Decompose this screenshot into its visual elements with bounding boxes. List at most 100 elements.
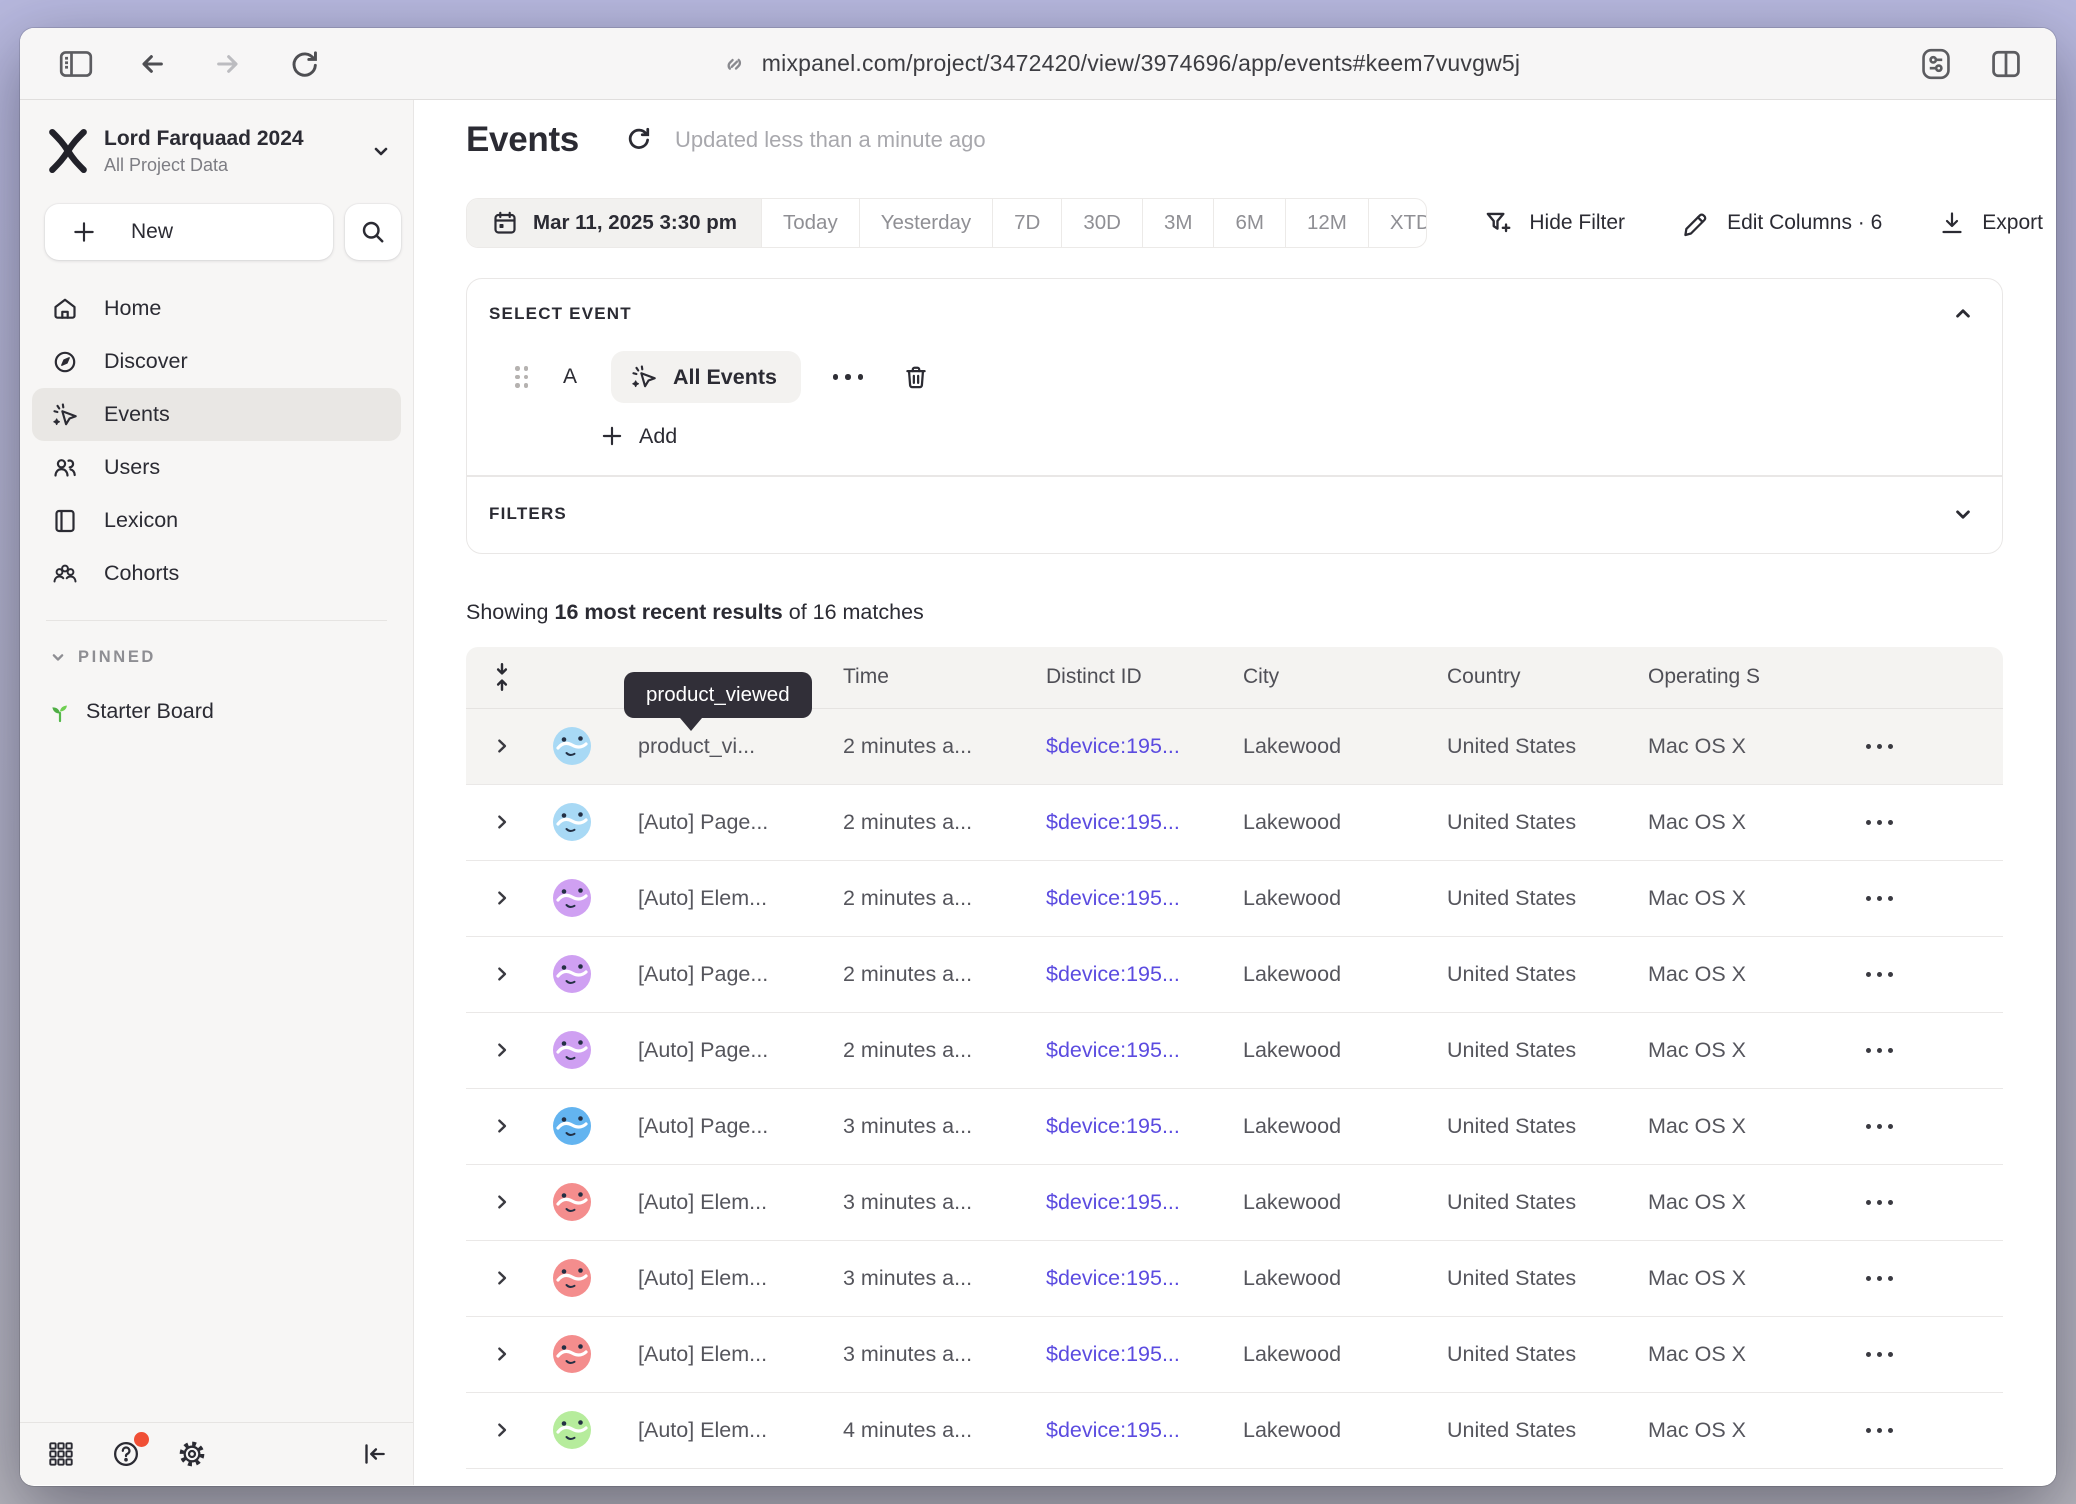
apps-grid-icon[interactable] [46,1439,76,1469]
table-row[interactable]: [Auto] Page... 2 minutes a... $device:19… [466,937,2003,1013]
event-more-menu-icon[interactable] [833,374,864,380]
column-header-city[interactable]: City [1243,665,1447,689]
export-button[interactable]: Export [1938,209,2043,237]
trash-icon[interactable] [901,362,931,392]
table-row[interactable]: [Auto] Page... 2 minutes a... $device:19… [466,1013,2003,1089]
expand-row-icon[interactable] [466,1118,538,1134]
event-selector-chip[interactable]: All Events [611,351,801,403]
search-button[interactable] [345,204,401,260]
browser-sidebar-toggle-icon[interactable] [54,42,98,86]
table-row[interactable]: [Auto] Elem... 2 minutes a... $device:19… [466,861,2003,937]
os-cell: Mac OS X [1648,962,1848,987]
row-menu-button[interactable] [1848,1200,2003,1205]
table-row[interactable]: [Auto] Elem... 3 minutes a... $device:19… [466,1317,2003,1393]
expand-row-icon[interactable] [466,1042,538,1058]
column-header-distinct-id[interactable]: Distinct ID [1046,665,1243,689]
distinct-id-link[interactable]: $device:195... [1046,810,1243,835]
distinct-id-link[interactable]: $device:195... [1046,1266,1243,1291]
range-xtd[interactable]: XTD [1369,199,1428,247]
table-row[interactable]: [Auto] Elem... 3 minutes a... $device:19… [466,1241,2003,1317]
row-menu-button[interactable] [1848,1352,2003,1357]
city-cell: Lakewood [1243,1190,1447,1215]
row-menu-button[interactable] [1848,896,2003,901]
edit-columns-button[interactable]: Edit Columns · 6 [1681,208,1882,238]
column-header-os[interactable]: Operating S [1648,665,1848,689]
hide-filter-button[interactable]: Hide Filter [1483,208,1625,238]
column-header-country[interactable]: Country [1447,665,1648,689]
date-picker-segment[interactable]: Mar 11, 2025 3:30 pm [467,199,762,247]
expand-row-icon[interactable] [466,1346,538,1362]
expand-row-icon[interactable] [466,890,538,906]
expand-row-icon[interactable] [466,1194,538,1210]
row-menu-button[interactable] [1848,1124,2003,1129]
range-30d[interactable]: 30D [1062,199,1143,247]
row-menu-button[interactable] [1848,820,2003,825]
sidebar-item-starter-board[interactable]: Starter Board [46,697,413,725]
reload-icon[interactable] [282,42,326,86]
distinct-id-link[interactable]: $device:195... [1046,962,1243,987]
lexicon-icon [50,506,80,536]
sidebar-item-home[interactable]: Home [32,282,401,335]
range-yesterday[interactable]: Yesterday [860,199,993,247]
range-6m[interactable]: 6M [1214,199,1285,247]
distinct-id-link[interactable]: $device:195... [1046,734,1243,759]
help-icon[interactable] [110,1438,142,1470]
browser-window: mixpanel.com/project/3472420/view/397469… [20,28,2056,1486]
row-menu-button[interactable] [1848,972,2003,977]
row-menu-button[interactable] [1848,744,2003,749]
forward-arrow-icon[interactable] [206,42,250,86]
event-row-letter: A [563,365,585,389]
expand-row-icon[interactable] [466,738,538,754]
url-text[interactable]: mixpanel.com/project/3472420/view/397469… [762,50,1520,77]
column-header-time[interactable]: Time [843,665,1046,689]
row-menu-button[interactable] [1848,1428,2003,1433]
expand-row-icon[interactable] [466,1422,538,1438]
link-icon [720,50,748,78]
drag-handle-icon[interactable] [515,366,529,388]
table-row[interactable] [466,1469,2003,1486]
os-cell: Mac OS X [1648,886,1848,911]
toolbar: Mar 11, 2025 3:30 pm Today Yesterday 7D … [466,198,2043,248]
collapse-all-icon[interactable] [466,660,538,694]
distinct-id-link[interactable]: $device:195... [1046,1418,1243,1443]
table-row[interactable]: [Auto] Page... 2 minutes a... $device:19… [466,785,2003,861]
split-view-icon[interactable] [1984,42,2028,86]
time-cell: 3 minutes a... [843,1114,1046,1139]
expand-row-icon[interactable] [466,966,538,982]
add-event-button[interactable]: Add [599,421,2002,451]
distinct-id-link[interactable]: $device:195... [1046,1342,1243,1367]
back-arrow-icon[interactable] [130,42,174,86]
table-row[interactable]: [Auto] Elem... 3 minutes a... $device:19… [466,1165,2003,1241]
pinned-section-header[interactable]: PINNED [48,647,413,667]
date-picker-label: Mar 11, 2025 3:30 pm [533,211,737,235]
range-12m[interactable]: 12M [1286,199,1369,247]
table-row[interactable]: [Auto] Page... 3 minutes a... $device:19… [466,1089,2003,1165]
sidebar-item-discover[interactable]: Discover [32,335,401,388]
sidebar-item-events[interactable]: Events [32,388,401,441]
sidebar-item-cohorts[interactable]: Cohorts [32,547,401,600]
table-row[interactable]: [Auto] Elem... 4 minutes a... $device:19… [466,1393,2003,1469]
distinct-id-link[interactable]: $device:195... [1046,886,1243,911]
row-menu-button[interactable] [1848,1276,2003,1281]
distinct-id-link[interactable]: $device:195... [1046,1190,1243,1215]
project-selector[interactable]: Lord Farquaad 2024 All Project Data [46,126,393,176]
range-today[interactable]: Today [762,199,860,247]
refresh-icon[interactable] [623,125,653,155]
range-3m[interactable]: 3M [1143,199,1214,247]
collapse-sidebar-icon[interactable] [359,1439,389,1469]
new-button[interactable]: New [45,204,333,260]
chevron-down-icon[interactable] [1950,501,1976,527]
range-7d[interactable]: 7D [993,199,1062,247]
expand-row-icon[interactable] [466,814,538,830]
distinct-id-link[interactable]: $device:195... [1046,1114,1243,1139]
row-menu-button[interactable] [1848,1048,2003,1053]
sidebar-item-users[interactable]: Users [32,441,401,494]
expand-row-icon[interactable] [466,1270,538,1286]
page-settings-icon[interactable] [1914,42,1958,86]
sidebar-item-label: Discover [104,349,188,374]
sidebar-item-lexicon[interactable]: Lexicon [32,494,401,547]
results-summary: Showing 16 most recent results of 16 mat… [466,600,2003,625]
chevron-up-icon[interactable] [1950,301,1976,327]
gear-icon[interactable] [176,1438,208,1470]
distinct-id-link[interactable]: $device:195... [1046,1038,1243,1063]
